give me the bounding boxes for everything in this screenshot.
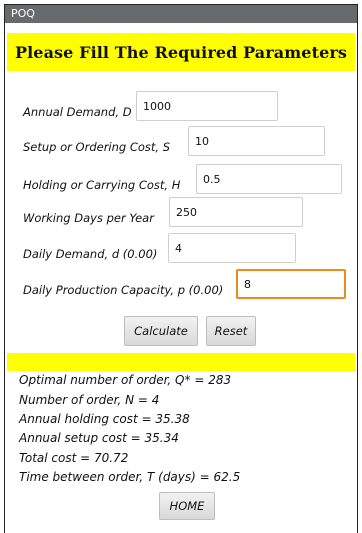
- daily-demand-label: Daily Demand, d (0.00): [23, 247, 158, 261]
- result-annual-holding-cost: Annual holding cost = 35.38: [19, 412, 190, 426]
- annual-demand-input[interactable]: [136, 91, 278, 121]
- result-number-of-order: Number of order, N = 4: [19, 393, 160, 407]
- daily-demand-row: Daily Demand, d (0.00): [5, 233, 357, 265]
- result-annual-setup-cost: Annual setup cost = 35.34: [19, 431, 179, 445]
- result-optimal-order: Optimal number of order, Q* = 283: [19, 373, 232, 387]
- holding-cost-input[interactable]: [196, 164, 342, 194]
- working-days-input[interactable]: [169, 197, 303, 227]
- production-capacity-input[interactable]: [236, 269, 346, 299]
- annual-demand-label: Annual Demand, D: [23, 105, 132, 119]
- setup-cost-label: Setup or Ordering Cost, S: [23, 140, 171, 154]
- results-divider: [7, 353, 355, 371]
- calculate-button[interactable]: Calculate: [124, 316, 198, 346]
- setup-cost-row: Setup or Ordering Cost, S: [5, 126, 357, 158]
- window-title: POQ: [5, 5, 357, 23]
- instruction-banner: Please Fill The Required Parameters: [7, 33, 355, 71]
- working-days-row: Working Days per Year: [5, 197, 357, 229]
- app-window: POQ Please Fill The Required Parameters …: [4, 4, 358, 533]
- working-days-label: Working Days per Year: [23, 211, 154, 225]
- result-total-cost: Total cost = 70.72: [19, 451, 129, 465]
- setup-cost-input[interactable]: [188, 126, 325, 156]
- holding-cost-row: Holding or Carrying Cost, H: [5, 164, 357, 196]
- production-capacity-label: Daily Production Capacity, p (0.00): [23, 283, 224, 297]
- annual-demand-row: Annual Demand, D: [5, 91, 357, 123]
- production-capacity-row: Daily Production Capacity, p (0.00): [5, 269, 357, 301]
- holding-cost-label: Holding or Carrying Cost, H: [23, 178, 181, 192]
- home-button[interactable]: HOME: [159, 492, 215, 520]
- reset-button[interactable]: Reset: [206, 316, 256, 346]
- daily-demand-input[interactable]: [168, 233, 296, 263]
- result-time-between-order: Time between order, T (days) = 62.5: [19, 470, 241, 484]
